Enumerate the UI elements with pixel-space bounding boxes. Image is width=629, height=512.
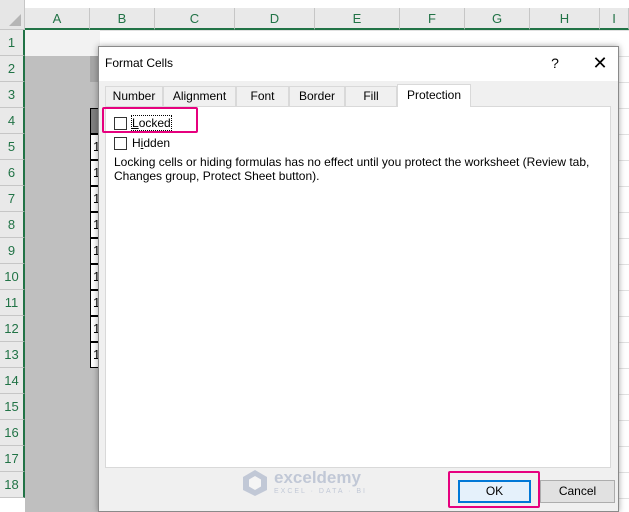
tab-alignment[interactable]: Alignment [163,86,236,106]
tab-fill[interactable]: Fill [345,86,397,106]
column-header-h[interactable]: H [530,8,600,30]
row-header-13[interactable]: 13 [0,342,25,368]
column-header-a[interactable]: A [25,8,90,30]
selected-range[interactable] [25,56,100,512]
row-header-12[interactable]: 12 [0,316,25,342]
hidden-checkbox[interactable] [114,136,127,150]
row-header-7[interactable]: 7 [0,186,25,212]
format-cells-dialog: Format Cells ? ✕ Number Alignment Font B… [98,46,619,512]
cell-range-light [25,30,100,56]
close-button[interactable]: ✕ [585,49,615,77]
row-header-3[interactable]: 3 [0,82,25,108]
protection-panel: Locked Hidden Locking cells or hiding fo… [105,106,611,468]
locked-label[interactable]: Locked [131,115,172,131]
column-header-c[interactable]: C [155,8,235,30]
row-header-14[interactable]: 14 [0,368,25,394]
row-header-9[interactable]: 9 [0,238,25,264]
hidden-option[interactable]: Hidden [114,135,170,151]
row-header-2[interactable]: 2 [0,56,25,82]
row-header-8[interactable]: 8 [0,212,25,238]
locked-option[interactable]: Locked [114,115,172,131]
locked-checkbox[interactable] [114,116,127,130]
tab-font[interactable]: Font [236,86,289,106]
row-header-5[interactable]: 5 [0,134,25,160]
watermark-name: exceldemy [274,468,361,487]
row-header-1[interactable]: 1 [0,30,25,56]
help-button[interactable]: ? [540,49,570,77]
column-header-b[interactable]: B [90,8,155,30]
row-header-16[interactable]: 16 [0,420,25,446]
row-header-6[interactable]: 6 [0,160,25,186]
dialog-title: Format Cells [105,56,174,70]
ribbon-edge [25,0,629,8]
protection-description: Locking cells or hiding formulas has no … [114,155,590,183]
row-header-11[interactable]: 11 [0,290,25,316]
row-header-15[interactable]: 15 [0,394,25,420]
column-header-f[interactable]: F [400,8,465,30]
row-header-18[interactable]: 18 [0,472,25,498]
hidden-label[interactable]: Hidden [132,136,170,150]
exceldemy-watermark: exceldemy EXCEL · DATA · BI [242,465,402,501]
select-all-button[interactable] [0,0,25,30]
dialog-titlebar: Format Cells ? ✕ [99,47,618,81]
exceldemy-logo-icon [243,470,267,496]
column-header-g[interactable]: G [465,8,530,30]
column-header-d[interactable]: D [235,8,315,30]
tab-protection[interactable]: Protection [397,84,471,107]
row-header-4[interactable]: 4 [0,108,25,134]
tab-strip: Number Alignment Font Border Fill Protec… [105,84,610,107]
tab-border[interactable]: Border [289,86,345,106]
watermark-tagline: EXCEL · DATA · BI [274,488,367,495]
tab-number[interactable]: Number [105,86,163,106]
row-header-10[interactable]: 10 [0,264,25,290]
cancel-button[interactable]: Cancel [540,480,615,503]
row-header-17[interactable]: 17 [0,446,25,472]
column-header-i[interactable]: I [600,8,629,30]
column-header-e[interactable]: E [315,8,400,30]
ok-button[interactable]: OK [458,480,531,503]
